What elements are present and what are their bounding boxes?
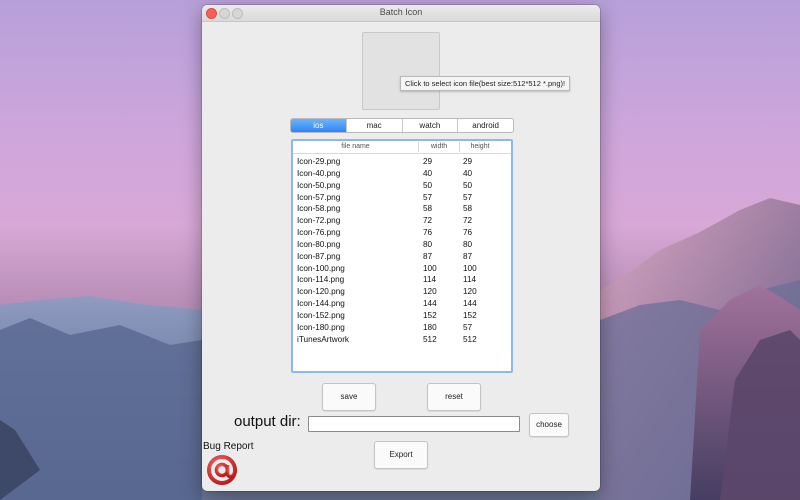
- tab-android[interactable]: android: [458, 119, 513, 132]
- table-row[interactable]: Icon-100.png 100 100: [293, 263, 511, 275]
- output-dir-label: output dir:: [234, 413, 301, 430]
- cell-width: 144: [423, 299, 437, 309]
- cell-height: 114: [463, 275, 477, 285]
- table-row[interactable]: Icon-40.png 40 40: [293, 168, 511, 180]
- cell-file-name: Icon-80.png: [297, 239, 341, 249]
- cell-width: 80: [423, 239, 433, 249]
- icon-select-tooltip: Click to select icon file(best size:512*…: [400, 76, 571, 91]
- table-row[interactable]: Icon-180.png 180 57: [293, 322, 511, 334]
- cell-file-name: Icon-50.png: [297, 180, 341, 190]
- cell-width: 512: [423, 334, 437, 344]
- table-header: file name width height: [293, 141, 511, 154]
- tab-mac[interactable]: mac: [347, 119, 403, 132]
- batch-icon-window: Batch Icon Click to select icon file(bes…: [202, 5, 600, 491]
- cell-height: 57: [463, 322, 473, 332]
- cell-height: 57: [463, 192, 473, 202]
- table-row[interactable]: Icon-80.png 80 80: [293, 239, 511, 251]
- cell-file-name: Icon-114.png: [297, 275, 345, 285]
- cell-file-name: Icon-29.png: [297, 157, 341, 166]
- cell-file-name: Icon-180.png: [297, 322, 345, 332]
- cell-file-name: Icon-57.png: [297, 192, 341, 202]
- table-row[interactable]: Icon-114.png 114 114: [293, 274, 511, 286]
- output-dir-field[interactable]: [308, 416, 520, 432]
- cell-width: 180: [423, 322, 437, 332]
- cell-file-name: Icon-76.png: [297, 228, 341, 238]
- export-button[interactable]: Export: [374, 441, 428, 469]
- cell-height: 100: [463, 263, 477, 273]
- cell-width: 152: [423, 310, 437, 320]
- cell-width: 57: [423, 192, 433, 202]
- icon-size-table[interactable]: file name width height Icon-29.png 29 29 Ic…: [291, 139, 513, 373]
- cell-height: 144: [463, 299, 477, 309]
- platform-segmented-control: ios mac watch android: [290, 118, 514, 133]
- cell-width: 72: [423, 216, 433, 226]
- choose-button[interactable]: choose: [529, 413, 569, 437]
- save-button[interactable]: save: [322, 383, 376, 411]
- cell-height: 152: [463, 310, 477, 320]
- cell-file-name: Icon-72.png: [297, 216, 341, 226]
- cell-width: 114: [423, 275, 437, 285]
- column-header-file-name[interactable]: file name: [293, 143, 418, 150]
- window-title: Batch Icon: [379, 7, 423, 17]
- table-row[interactable]: Icon-72.png 72 72: [293, 215, 511, 227]
- cell-file-name: Icon-100.png: [297, 263, 345, 273]
- table-row[interactable]: iTunesArtwork 512 512: [293, 334, 511, 346]
- cell-file-name: Icon-144.png: [297, 299, 345, 309]
- reset-button[interactable]: reset: [427, 383, 481, 411]
- cell-width: 87: [423, 251, 433, 261]
- column-header-width[interactable]: width: [419, 143, 459, 150]
- cell-height: 29: [463, 157, 473, 166]
- title-bar[interactable]: Batch Icon: [202, 5, 600, 22]
- cell-file-name: Icon-87.png: [297, 251, 341, 261]
- column-header-height[interactable]: height: [460, 143, 500, 150]
- cell-height: 120: [463, 287, 477, 297]
- table-row[interactable]: Icon-50.png 50 50: [293, 180, 511, 192]
- cell-height: 512: [463, 334, 477, 344]
- table-row[interactable]: Icon-87.png 87 87: [293, 251, 511, 263]
- icon-drop-well[interactable]: [362, 32, 440, 110]
- bug-report-label: Bug Report: [203, 441, 254, 452]
- table-row[interactable]: Icon-120.png 120 120: [293, 286, 511, 298]
- table-row[interactable]: Icon-57.png 57 57: [293, 192, 511, 204]
- cell-height: 72: [463, 216, 473, 226]
- cell-width: 58: [423, 204, 433, 214]
- table-row[interactable]: Icon-76.png 76 76: [293, 227, 511, 239]
- cell-width: 50: [423, 180, 433, 190]
- table-row[interactable]: Icon-58.png 58 58: [293, 203, 511, 215]
- at-sign-icon[interactable]: [206, 454, 238, 486]
- cell-file-name: Icon-58.png: [297, 204, 341, 214]
- cell-file-name: iTunesArtwork: [297, 334, 350, 344]
- cell-height: 40: [463, 168, 473, 178]
- cell-height: 50: [463, 180, 473, 190]
- cell-file-name: Icon-120.png: [297, 287, 345, 297]
- tab-watch[interactable]: watch: [403, 119, 459, 132]
- cell-width: 40: [423, 168, 433, 178]
- cell-height: 58: [463, 204, 473, 214]
- table-body: Icon-29.png 29 29 Icon-40.png 40 40 Icon-50.pn…: [293, 156, 511, 346]
- cell-height: 76: [463, 228, 473, 238]
- table-row[interactable]: Icon-29.png 29 29: [293, 156, 511, 168]
- tab-ios[interactable]: ios: [291, 119, 347, 132]
- cell-width: 100: [423, 263, 437, 273]
- cell-file-name: Icon-40.png: [297, 168, 341, 178]
- cell-file-name: Icon-152.png: [297, 310, 345, 320]
- cell-width: 76: [423, 228, 433, 238]
- cell-width: 29: [423, 157, 433, 166]
- cell-width: 120: [423, 287, 437, 297]
- table-row[interactable]: Icon-144.png 144 144: [293, 298, 511, 310]
- cell-height: 80: [463, 239, 473, 249]
- table-row[interactable]: Icon-152.png 152 152: [293, 310, 511, 322]
- cell-height: 87: [463, 251, 473, 261]
